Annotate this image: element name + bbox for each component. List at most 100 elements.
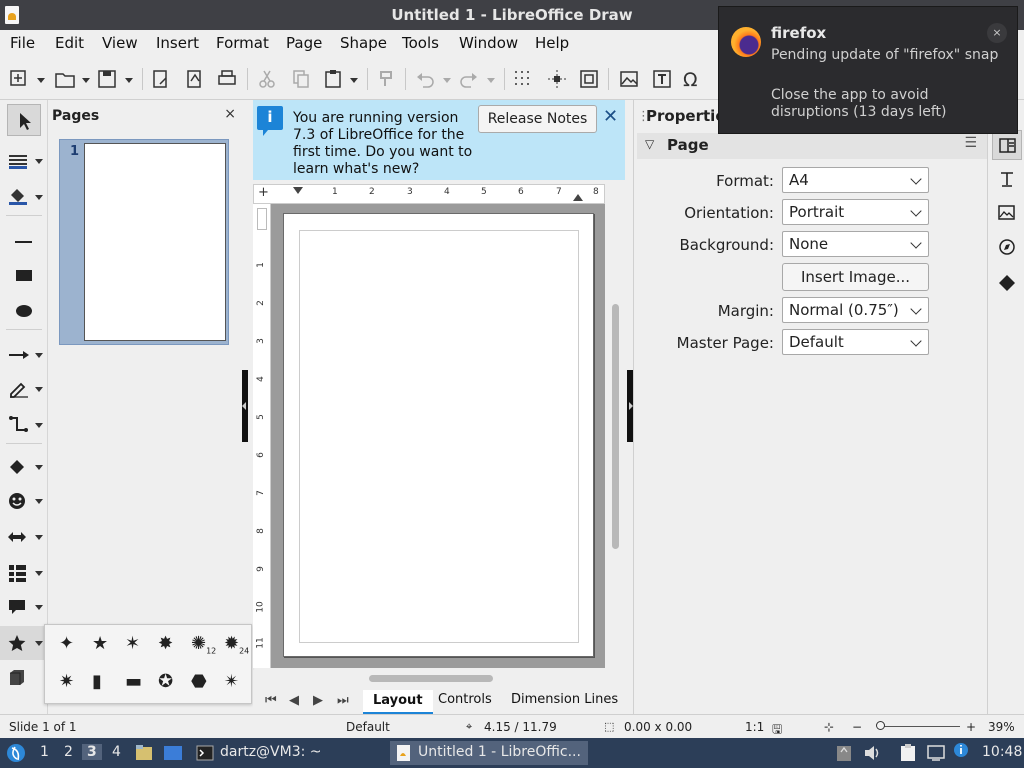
right-indent-marker[interactable] [573,194,583,201]
clipboard-icon[interactable] [898,743,920,763]
12-point-star-icon[interactable]: ✺12 [191,635,216,661]
ellipse-tool[interactable] [0,294,48,330]
connectors-dropdown-icon[interactable] [35,423,43,428]
clipboard-tray-icon[interactable] [834,743,854,763]
release-notes-button[interactable]: Release Notes [478,105,597,133]
menu-help[interactable]: Help [535,34,569,52]
format-dropdown[interactable]: A4 [782,167,929,193]
save-icon[interactable] [96,68,118,90]
signet-icon[interactable]: ✪ [158,673,173,691]
infobar-close-icon[interactable]: ✕ [603,106,618,127]
drawing-page[interactable] [283,213,594,657]
connectors-tool[interactable] [0,408,48,444]
horizontal-ruler[interactable]: + 1 2 3 4 5 6 7 8 [253,184,605,204]
tab-dimension-lines[interactable]: Dimension Lines [511,692,618,707]
new-dropdown-icon[interactable] [37,78,45,83]
24-point-star-icon[interactable]: ✹24 [224,635,249,661]
previous-tab-icon[interactable]: ◀ [289,693,299,708]
update-info-icon[interactable] [952,741,970,759]
background-dropdown[interactable]: None [782,231,929,257]
workspace-2[interactable]: 2 [64,744,73,760]
volume-icon[interactable] [862,743,882,763]
zoom-level[interactable]: 39% [988,720,1015,734]
line-tool[interactable] [0,224,48,258]
taskbar-libreoffice-draw[interactable]: Untitled 1 - LibreOffic... [390,741,588,765]
export-pdf-icon[interactable] [184,68,206,90]
basic-shapes-tool[interactable] [0,450,48,484]
master-slide-name[interactable]: Default [346,720,390,734]
lines-arrows-tool[interactable] [0,338,48,372]
last-tab-icon[interactable]: ⏭ [337,693,349,708]
6-point-star-icon[interactable]: ✶ [125,635,140,653]
deck-styles-button[interactable] [992,164,1022,194]
stars-dropdown-icon[interactable] [35,641,43,646]
flowchart-dropdown-icon[interactable] [35,571,43,576]
desktop-icon[interactable] [162,743,184,763]
save-dropdown-icon[interactable] [125,78,133,83]
grid-icon[interactable] [512,68,534,90]
chevron-down-icon[interactable]: ▽ [645,137,654,151]
menu-file[interactable]: File [10,34,35,52]
zoom-page-icon[interactable] [578,68,600,90]
workspace-3-active[interactable]: 3 [82,744,102,760]
deck-properties-button[interactable] [992,130,1022,160]
print-icon[interactable] [216,68,238,90]
tab-layout[interactable]: Layout [363,690,433,714]
paste-dropdown-icon[interactable] [350,78,358,83]
menu-format[interactable]: Format [216,34,269,52]
doorplate-icon[interactable]: ⬣ [191,673,207,691]
vertical-scrollbar[interactable] [609,184,623,668]
deck-shapes-button[interactable] [992,268,1022,298]
copy-icon[interactable] [290,68,312,90]
horizontal-scroll-icon[interactable]: ▬ [125,673,142,691]
undo-icon[interactable] [414,68,436,90]
deck-gallery-button[interactable] [992,198,1022,228]
zoom-in-button[interactable]: + [966,720,976,734]
left-indent-marker[interactable] [293,187,303,194]
workspace-4[interactable]: 4 [112,744,121,760]
open-folder-icon[interactable] [54,68,76,90]
line-color-dropdown-icon[interactable] [35,159,43,164]
master-page-dropdown[interactable]: Default [782,329,929,355]
helplines-icon[interactable] [546,68,568,90]
4-point-star-icon[interactable]: ✦ [59,635,74,653]
symbol-shapes-tool[interactable] [0,484,48,518]
menu-shape[interactable]: Shape [340,34,387,52]
clone-formatting-icon[interactable] [375,68,397,90]
concave-star-icon[interactable]: ✴ [224,673,239,691]
insert-image-icon[interactable] [618,68,640,90]
pages-panel-collapse-handle[interactable] [242,370,248,442]
cut-icon[interactable] [256,68,278,90]
callouts-tool[interactable] [0,590,48,624]
pages-panel-close-icon[interactable]: × [224,106,236,122]
line-color-tool[interactable] [0,144,48,178]
menu-page[interactable]: Page [286,34,322,52]
page-thumbnail[interactable] [84,143,226,341]
menu-window[interactable]: Window [459,34,518,52]
redo-dropdown-icon[interactable] [487,78,495,83]
rectangle-tool[interactable] [0,258,48,292]
vertical-scrollbar-thumb[interactable] [612,304,619,549]
paste-icon[interactable] [322,68,344,90]
fit-page-icon[interactable]: ⊹ [824,720,834,734]
insert-textbox-icon[interactable] [651,68,673,90]
scale-factor[interactable]: 1:1 [745,720,764,734]
block-arrows-tool[interactable] [0,520,48,554]
notification-close-icon[interactable]: × [987,23,1007,43]
vertical-ruler[interactable]: 1 2 3 4 5 6 7 8 9 10 11 [253,204,271,668]
vertical-ruler-marker[interactable] [257,208,267,230]
menu-view[interactable]: View [102,34,138,52]
menu-tools[interactable]: Tools [402,34,439,52]
zoom-slider-track[interactable] [880,726,960,727]
new-document-icon[interactable] [8,68,30,90]
fill-color-tool[interactable] [0,180,48,216]
deck-navigator-button[interactable] [992,232,1022,262]
horizontal-scrollbar-thumb[interactable] [369,675,493,682]
firefox-update-notification[interactable]: firefox Pending update of "firefox" snap… [718,6,1018,134]
file-manager-icon[interactable] [134,743,154,763]
insert-image-button[interactable]: Insert Image... [782,263,929,291]
curves-dropdown-icon[interactable] [35,387,43,392]
margin-dropdown[interactable]: Normal (0.75″) [782,297,929,323]
horizontal-scrollbar[interactable] [253,670,623,686]
callouts-dropdown-icon[interactable] [35,605,43,610]
